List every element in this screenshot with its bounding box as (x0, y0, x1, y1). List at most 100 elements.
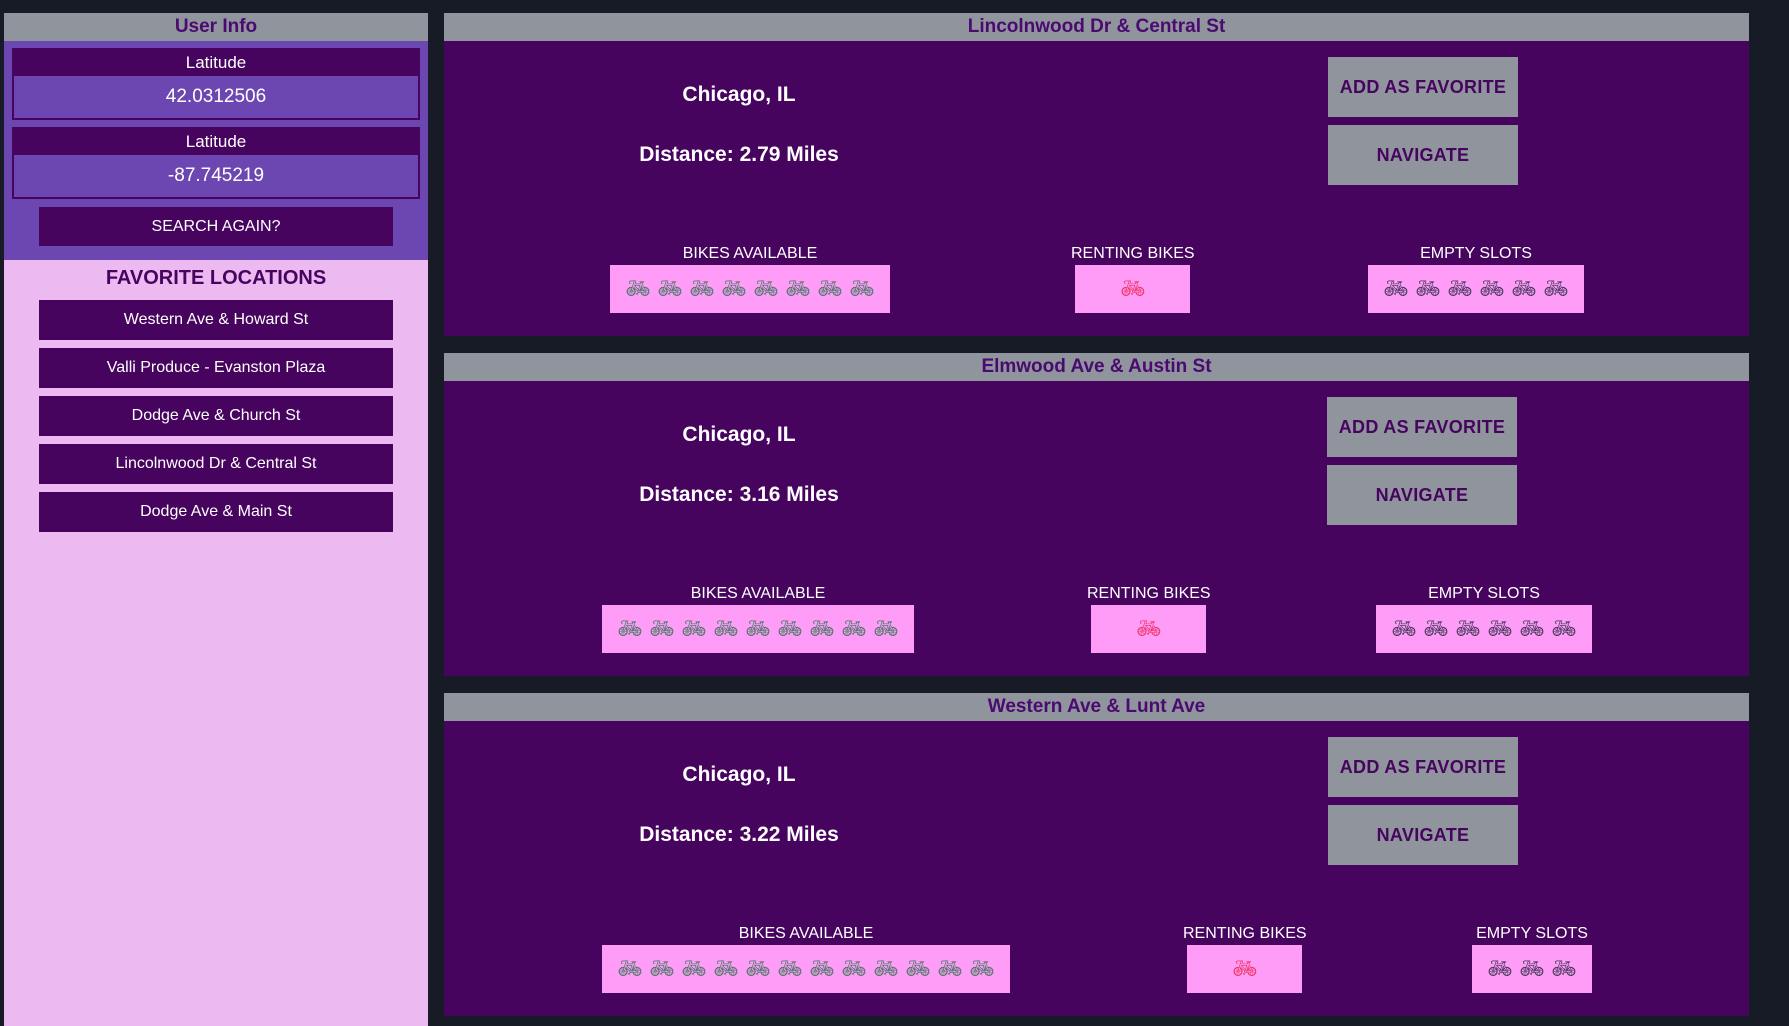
add-favorite-button[interactable]: ADD AS FAVORITE (1328, 57, 1518, 117)
bicycle-icon: 🚲︎ (777, 618, 803, 640)
bicycle-icon: 🚲︎ (1423, 618, 1449, 640)
bicycle-icon: 🚲︎ (1479, 278, 1505, 300)
navigate-button[interactable]: NAVIGATE (1327, 465, 1517, 525)
bicycle-icon: 🚲︎ (1232, 958, 1258, 980)
renting-bikes-box: 🚲︎ (1187, 945, 1303, 993)
station-card: Western Ave & Lunt Ave Chicago, IL Dista… (444, 693, 1749, 1016)
bicycle-icon: 🚲︎ (1543, 278, 1569, 300)
favorite-location-button[interactable]: Lincolnwood Dr & Central St (39, 444, 393, 484)
bikes-available-group: BIKES AVAILABLE 🚲︎ 🚲︎ 🚲︎ 🚲︎ 🚲︎ 🚲︎ 🚲︎ 🚲︎ (610, 243, 890, 313)
bicycle-icon: 🚲︎ (1519, 618, 1545, 640)
bicycle-icon: 🚲︎ (1511, 278, 1537, 300)
bicycle-icon: 🚲︎ (905, 958, 931, 980)
station-city: Chicago, IL (682, 83, 796, 106)
favorite-location-button[interactable]: Western Ave & Howard St (39, 300, 393, 340)
bicycle-icon: 🚲︎ (1551, 958, 1577, 980)
bikes-available-label: BIKES AVAILABLE (690, 585, 826, 602)
empty-slots-box: 🚲︎ 🚲︎ 🚲︎ (1472, 945, 1592, 993)
empty-slots-box: 🚲︎ 🚲︎ 🚲︎ 🚲︎ 🚲︎ 🚲︎ (1376, 605, 1592, 653)
station-name: Western Ave & Lunt Ave (444, 693, 1749, 721)
bicycle-icon: 🚲︎ (777, 958, 803, 980)
search-again-button[interactable]: SEARCH AGAIN? (39, 207, 393, 246)
empty-slots-label: EMPTY SLOTS (1420, 245, 1532, 262)
bicycle-icon: 🚲︎ (841, 618, 867, 640)
station-city: Chicago, IL (682, 423, 796, 446)
sidebar: User Info Latitude 42.0312506 Latitude -… (4, 13, 428, 1026)
bicycle-icon: 🚲︎ (681, 618, 707, 640)
bicycle-icon: 🚲︎ (873, 958, 899, 980)
latitude-field[interactable]: Latitude 42.0312506 (12, 48, 420, 120)
empty-slots-group: EMPTY SLOTS 🚲︎ 🚲︎ 🚲︎ (1472, 923, 1592, 993)
bicycle-icon: 🚲︎ (1383, 278, 1409, 300)
empty-slots-label: EMPTY SLOTS (1428, 585, 1540, 602)
bicycle-icon: 🚲︎ (745, 618, 771, 640)
bicycle-icon: 🚲︎ (937, 958, 963, 980)
favorite-location-button[interactable]: Valli Produce - Evanston Plaza (39, 348, 393, 388)
latitude-value[interactable]: 42.0312506 (14, 76, 418, 118)
navigate-button[interactable]: NAVIGATE (1328, 805, 1518, 865)
longitude-field[interactable]: Latitude -87.745219 (12, 127, 420, 199)
favorite-locations-title: FAVORITE LOCATIONS (105, 267, 327, 289)
renting-bikes-group: RENTING BIKES 🚲︎ (1183, 923, 1307, 993)
bicycle-icon: 🚲︎ (649, 958, 675, 980)
bicycle-icon: 🚲︎ (753, 278, 779, 300)
bicycle-icon: 🚲︎ (809, 618, 835, 640)
bicycle-icon: 🚲︎ (1551, 618, 1577, 640)
bicycle-icon: 🚲︎ (657, 278, 683, 300)
station-distance: Distance: 3.22 Miles (639, 823, 839, 846)
bicycle-icon: 🚲︎ (617, 618, 643, 640)
add-favorite-button[interactable]: ADD AS FAVORITE (1327, 397, 1517, 457)
longitude-label: Latitude (14, 129, 418, 155)
user-info-title: User Info (4, 13, 428, 41)
renting-bikes-label: RENTING BIKES (1183, 925, 1307, 942)
station-distance: Distance: 3.16 Miles (639, 483, 839, 506)
add-favorite-button[interactable]: ADD AS FAVORITE (1328, 737, 1518, 797)
user-info-panel: User Info Latitude 42.0312506 Latitude -… (4, 13, 428, 260)
renting-bikes-box: 🚲︎ (1075, 265, 1191, 313)
bicycle-icon: 🚲︎ (1120, 278, 1146, 300)
bicycle-icon: 🚲︎ (809, 958, 835, 980)
renting-bikes-group: RENTING BIKES 🚲︎ (1071, 243, 1195, 313)
longitude-value[interactable]: -87.745219 (14, 155, 418, 197)
bicycle-icon: 🚲︎ (649, 618, 675, 640)
bikes-available-group: BIKES AVAILABLE 🚲︎ 🚲︎ 🚲︎ 🚲︎ 🚲︎ 🚲︎ 🚲︎ 🚲︎ 🚲︎ (602, 583, 914, 653)
bicycle-icon: 🚲︎ (841, 958, 867, 980)
renting-bikes-group: RENTING BIKES 🚲︎ (1087, 583, 1211, 653)
favorite-location-button[interactable]: Dodge Ave & Main St (39, 492, 393, 532)
bikes-available-label: BIKES AVAILABLE (738, 925, 874, 942)
bicycle-icon: 🚲︎ (1136, 618, 1162, 640)
bicycle-icon: 🚲︎ (1447, 278, 1473, 300)
bikes-available-box: 🚲︎ 🚲︎ 🚲︎ 🚲︎ 🚲︎ 🚲︎ 🚲︎ 🚲︎ 🚲︎ 🚲︎ 🚲︎ 🚲︎ (602, 945, 1010, 993)
bicycle-icon: 🚲︎ (785, 278, 811, 300)
bicycle-icon: 🚲︎ (689, 278, 715, 300)
renting-bikes-label: RENTING BIKES (1071, 245, 1195, 262)
station-card: Lincolnwood Dr & Central St Chicago, IL … (444, 13, 1749, 336)
bikes-available-box: 🚲︎ 🚲︎ 🚲︎ 🚲︎ 🚲︎ 🚲︎ 🚲︎ 🚲︎ (610, 265, 890, 313)
navigate-button[interactable]: NAVIGATE (1328, 125, 1518, 185)
bicycle-icon: 🚲︎ (873, 618, 899, 640)
bicycle-icon: 🚲︎ (969, 958, 995, 980)
bicycle-icon: 🚲︎ (625, 278, 651, 300)
station-name: Lincolnwood Dr & Central St (444, 13, 1749, 41)
empty-slots-box: 🚲︎ 🚲︎ 🚲︎ 🚲︎ 🚲︎ 🚲︎ (1368, 265, 1584, 313)
bicycle-icon: 🚲︎ (1487, 618, 1513, 640)
bicycle-icon: 🚲︎ (713, 618, 739, 640)
latitude-label: Latitude (14, 50, 418, 76)
bikes-available-group: BIKES AVAILABLE 🚲︎ 🚲︎ 🚲︎ 🚲︎ 🚲︎ 🚲︎ 🚲︎ 🚲︎ 🚲︎ 🚲︎ 🚲︎ 🚲︎ (602, 923, 1010, 993)
bicycle-icon: 🚲︎ (721, 278, 747, 300)
renting-bikes-box: 🚲︎ (1091, 605, 1207, 653)
bicycle-icon: 🚲︎ (617, 958, 643, 980)
bikes-available-box: 🚲︎ 🚲︎ 🚲︎ 🚲︎ 🚲︎ 🚲︎ 🚲︎ 🚲︎ 🚲︎ (602, 605, 914, 653)
bicycle-icon: 🚲︎ (849, 278, 875, 300)
bicycle-icon: 🚲︎ (1519, 958, 1545, 980)
bicycle-icon: 🚲︎ (1487, 958, 1513, 980)
bicycle-icon: 🚲︎ (817, 278, 843, 300)
favorite-location-button[interactable]: Dodge Ave & Church St (39, 396, 393, 436)
bicycle-icon: 🚲︎ (1391, 618, 1417, 640)
empty-slots-group: EMPTY SLOTS 🚲︎ 🚲︎ 🚲︎ 🚲︎ 🚲︎ 🚲︎ (1376, 583, 1592, 653)
station-distance: Distance: 2.79 Miles (639, 143, 839, 166)
empty-slots-label: EMPTY SLOTS (1476, 925, 1588, 942)
empty-slots-group: EMPTY SLOTS 🚲︎ 🚲︎ 🚲︎ 🚲︎ 🚲︎ 🚲︎ (1368, 243, 1584, 313)
bicycle-icon: 🚲︎ (1415, 278, 1441, 300)
bicycle-icon: 🚲︎ (745, 958, 771, 980)
